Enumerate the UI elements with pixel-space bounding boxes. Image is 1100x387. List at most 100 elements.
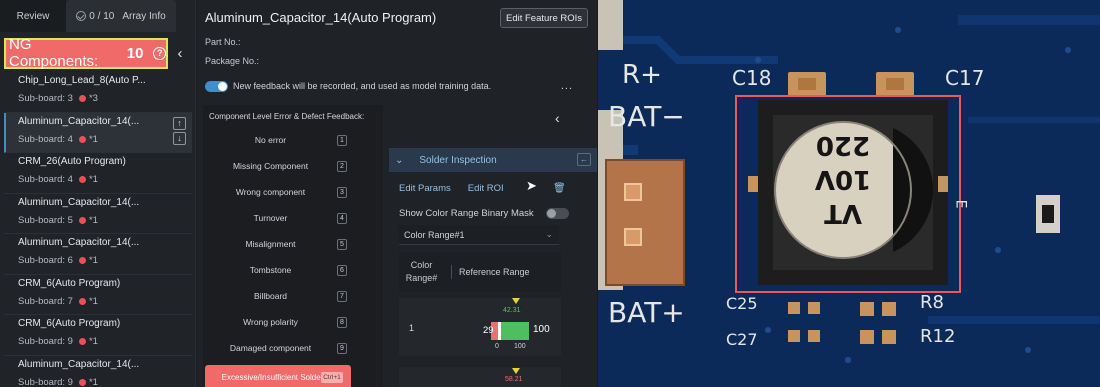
arrow-up-icon[interactable]: ↑ (173, 116, 186, 130)
check-circle-icon (76, 11, 87, 21)
defect-label: Wrong component (235, 187, 306, 197)
range-low: 29 (483, 325, 494, 336)
sub-board: Sub-board: 7 (18, 295, 73, 307)
shortcut-key: 5 (337, 238, 347, 250)
list-item[interactable]: CRM_6(Auto Program) Sub-board: 7 *1 (4, 275, 192, 315)
capacitor-text-line: VT (824, 198, 862, 228)
silkscreen-label: R+ (622, 60, 662, 90)
defect-option-selected[interactable]: Excessive/Insufficient Solder Ctrl+1 (205, 365, 351, 387)
tab-array-info[interactable]: 0 / 10 Array Info (66, 0, 176, 32)
board-inspection-image[interactable]: R+ C18 C17 BAT− BAT+ C25 C27 R8 R12 E VT… (598, 0, 1100, 387)
silkscreen-label: BAT− (608, 100, 685, 133)
measured-value: 42.31 (503, 307, 521, 314)
shortcut-key: 1 (337, 134, 347, 146)
sub-board: Sub-board: 9 (18, 376, 73, 387)
binary-mask-toggle[interactable] (546, 208, 569, 219)
measured-value: 58.21 (505, 376, 523, 383)
reference-range-bar (491, 322, 529, 340)
column-reference-range: Reference Range (459, 267, 530, 277)
component-name: Aluminum_Capacitor_14(... (18, 196, 140, 208)
array-count: 0 / 10 (89, 10, 115, 22)
shortcut-key: Ctrl+1 (321, 372, 343, 383)
error-dot-icon (78, 378, 86, 386)
color-range-index: 1 (409, 323, 415, 333)
silkscreen-label: C25 (726, 294, 758, 313)
list-item[interactable]: Chip_Long_Lead_8(Auto P... Sub-board: 3 *… (4, 72, 192, 113)
defect-option[interactable]: Turnover 4 (203, 205, 383, 231)
defect-option[interactable]: Missing Component 2 (203, 153, 383, 179)
list-item[interactable]: Aluminum_Capacitor_14(... Sub-board: 5 *1 (4, 194, 192, 234)
inspection-panel: ‹ ⌄ Solder Inspection ← Edit Params Edit… (385, 105, 597, 387)
part-no-label: Part No.: (205, 37, 241, 47)
edit-params-link[interactable]: Edit Params (399, 183, 451, 194)
ng-components-header: NG Components: 10 ? ‹ (4, 36, 192, 70)
silkscreen-label: R8 (920, 292, 944, 313)
sub-board: Sub-board: 9 (18, 336, 73, 347)
component-name: CRM_6(Auto Program) (18, 277, 121, 289)
chevron-left-icon[interactable]: ‹ (555, 110, 560, 126)
defect-option[interactable]: Tombstone 6 (203, 257, 383, 283)
defect-count: *1 (88, 214, 98, 226)
tab-bar: Review 0 / 10 Array Info (0, 0, 195, 32)
table-row: 1 42.31 29 100 0 100 (399, 298, 561, 356)
defect-count: *1 (88, 336, 98, 347)
defect-count: *1 (88, 174, 98, 185)
color-range-select[interactable]: Color Range#1 ⌄ (399, 225, 559, 245)
value-marker-icon (512, 368, 520, 374)
shortcut-key: 9 (337, 342, 347, 354)
trash-icon[interactable]: 🗑 (553, 183, 566, 194)
error-dot-icon (78, 338, 86, 345)
list-item[interactable]: CRM_26(Auto Program) Sub-board: 4 *1 (4, 153, 192, 194)
solder-inspection-header[interactable]: ⌄ Solder Inspection ← (389, 148, 597, 172)
defect-label: Missing Component (232, 161, 309, 171)
arrow-down-icon[interactable]: ↓ (173, 131, 186, 145)
shortcut-key: 2 (337, 160, 347, 172)
tab-review[interactable]: Review (0, 0, 66, 32)
column-color-range: Color Range# (405, 260, 438, 283)
defect-option[interactable]: Damaged component 9 (203, 335, 383, 361)
defect-option[interactable]: Wrong polarity 8 (203, 309, 383, 335)
error-dot-icon (78, 297, 86, 305)
defect-count: *1 (88, 133, 98, 145)
component-name: Aluminum_Capacitor_14(... (18, 358, 140, 370)
back-arrow-icon[interactable]: ← (577, 153, 591, 166)
component-name: Aluminum_Capacitor_14(... (18, 237, 140, 248)
value-marker-icon (512, 298, 520, 304)
capacitor-text-line: 220 (815, 130, 871, 160)
error-dot-icon (78, 135, 86, 143)
feedback-text: New feedback will be recorded, and used … (233, 81, 492, 91)
list-item[interactable]: CRM_6(Auto Program) Sub-board: 9 *1 (4, 315, 192, 356)
bar-threshold-marker (498, 322, 501, 340)
defect-feedback-panel: Component Level Error & Defect Feedback:… (203, 105, 383, 387)
shortcut-key: 3 (337, 186, 347, 198)
list-item[interactable]: Aluminum_Capacitor_14(... Sub-board: 9 *1 (4, 356, 192, 387)
defect-label: Billboard (253, 291, 288, 301)
defect-option[interactable]: No error 1 (203, 127, 383, 153)
list-item-selected[interactable]: Aluminum_Capacitor_14(... Sub-board: 4 *1… (4, 112, 192, 153)
tab-review-label: Review (16, 10, 50, 22)
defect-option[interactable]: Billboard 7 (203, 283, 383, 309)
defect-option[interactable]: Misalignment 5 (203, 231, 383, 257)
range-high: 100 (533, 324, 550, 335)
help-icon[interactable]: ? (153, 46, 166, 60)
shortcut-key: 7 (337, 290, 347, 302)
defect-option[interactable]: Wrong component 3 (203, 179, 383, 205)
defect-label: Damaged component (229, 343, 312, 353)
binary-mask-row: Show Color Range Binary Mask (399, 208, 597, 219)
ng-components-count: 10 (126, 44, 144, 62)
edit-roi-link[interactable]: Edit ROI (468, 183, 504, 194)
silkscreen-label: C27 (726, 330, 758, 349)
list-item[interactable]: Aluminum_Capacitor_14(... Sub-board: 6 *1 (4, 234, 192, 275)
more-options-icon[interactable]: ... (561, 80, 573, 92)
inspection-actions: Edit Params Edit ROI (399, 183, 569, 194)
edit-feature-rois-button[interactable]: Edit Feature ROIs (500, 8, 588, 28)
defect-label: Misalignment (245, 239, 296, 249)
silkscreen-label: C18 (732, 66, 772, 90)
column-divider (451, 265, 452, 279)
feedback-toggle[interactable] (205, 80, 228, 92)
component-name: Chip_Long_Lead_8(Auto P... (18, 75, 146, 86)
sub-board: Sub-board: 4 (18, 133, 73, 145)
ng-components-label: NG Components: (9, 36, 99, 70)
chevron-left-icon[interactable]: ‹ (170, 45, 190, 62)
silkscreen-label: R12 (920, 326, 956, 347)
